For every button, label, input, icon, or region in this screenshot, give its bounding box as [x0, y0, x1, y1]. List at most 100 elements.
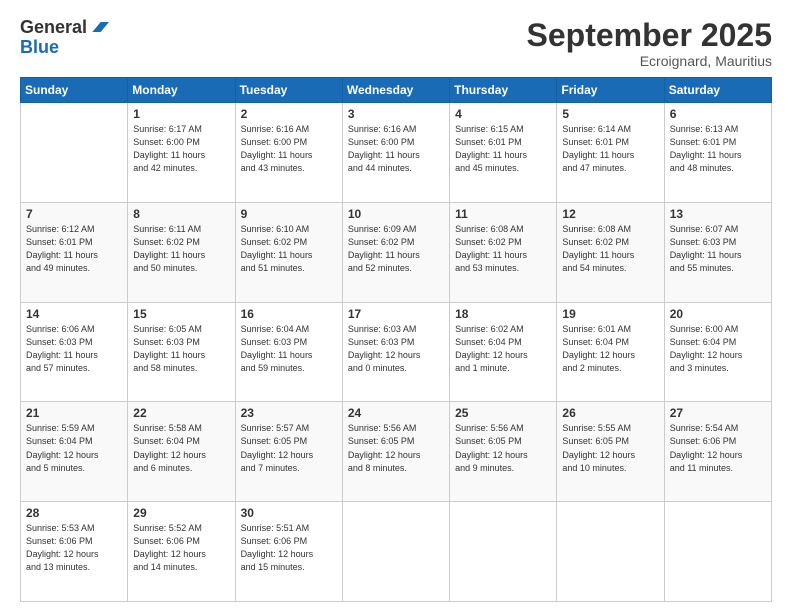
day-number: 27 [670, 406, 766, 420]
calendar-cell: 28 Sunrise: 5:53 AM Sunset: 6:06 PM Dayli… [21, 502, 128, 602]
col-saturday: Saturday [664, 78, 771, 103]
calendar-cell: 23Sunrise: 5:57 AM Sunset: 6:05 PM Dayli… [235, 402, 342, 502]
calendar-cell: 27 Sunrise: 5:54 AM Sunset: 6:06 PM Dayli… [664, 402, 771, 502]
calendar-cell: 16 Sunrise: 6:04 AM Sunset: 6:03 PM Dayli… [235, 302, 342, 402]
calendar-cell [557, 502, 664, 602]
calendar-week-4: 21 Sunrise: 5:59 AM Sunset: 6:04 PM Dayli… [21, 402, 772, 502]
day-info: Sunrise: 5:54 AM Sunset: 6:06 PM Dayligh… [670, 422, 766, 474]
logo-text: General Blue [20, 18, 109, 58]
day-number: 1 [133, 107, 229, 121]
day-number: 14 [26, 307, 122, 321]
calendar-cell: 3 Sunrise: 6:16 AM Sunset: 6:00 PM Daylig… [342, 103, 449, 203]
day-info: Sunrise: 5:51 AM Sunset: 6:06 PM Dayligh… [241, 522, 337, 574]
day-info: Sunrise: 6:08 AM Sunset: 6:02 PM Dayligh… [562, 223, 658, 275]
calendar-cell: 21 Sunrise: 5:59 AM Sunset: 6:04 PM Dayli… [21, 402, 128, 502]
day-info: Sunrise: 6:01 AM Sunset: 6:04 PM Dayligh… [562, 323, 658, 375]
calendar-cell: 17 Sunrise: 6:03 AM Sunset: 6:03 PM Dayli… [342, 302, 449, 402]
calendar-cell: 15 Sunrise: 6:05 AM Sunset: 6:03 PM Dayli… [128, 302, 235, 402]
day-info: Sunrise: 5:59 AM Sunset: 6:04 PM Dayligh… [26, 422, 122, 474]
day-number: 26 [562, 406, 658, 420]
calendar-cell: 8 Sunrise: 6:11 AM Sunset: 6:02 PM Daylig… [128, 202, 235, 302]
day-number: 6 [670, 107, 766, 121]
calendar-cell: 9Sunrise: 6:10 AM Sunset: 6:02 PM Daylig… [235, 202, 342, 302]
day-number: 15 [133, 307, 229, 321]
calendar-cell [21, 103, 128, 203]
calendar-cell: 25Sunrise: 5:56 AM Sunset: 6:05 PM Dayli… [450, 402, 557, 502]
day-info: Sunrise: 6:13 AM Sunset: 6:01 PM Dayligh… [670, 123, 766, 175]
calendar-cell: 14 Sunrise: 6:06 AM Sunset: 6:03 PM Dayli… [21, 302, 128, 402]
calendar-cell: 26 Sunrise: 5:55 AM Sunset: 6:05 PM Dayli… [557, 402, 664, 502]
logo: General Blue [20, 18, 109, 58]
day-info: Sunrise: 6:11 AM Sunset: 6:02 PM Dayligh… [133, 223, 229, 275]
calendar-cell: 11 Sunrise: 6:08 AM Sunset: 6:02 PM Dayli… [450, 202, 557, 302]
col-tuesday: Tuesday [235, 78, 342, 103]
day-number: 24 [348, 406, 444, 420]
calendar-cell: 2 Sunrise: 6:16 AM Sunset: 6:00 PM Daylig… [235, 103, 342, 203]
day-number: 11 [455, 207, 551, 221]
day-number: 10 [348, 207, 444, 221]
day-number: 8 [133, 207, 229, 221]
day-number: 28 [26, 506, 122, 520]
day-number: 20 [670, 307, 766, 321]
day-info: Sunrise: 6:09 AM Sunset: 6:02 PM Dayligh… [348, 223, 444, 275]
day-info: Sunrise: 5:53 AM Sunset: 6:06 PM Dayligh… [26, 522, 122, 574]
calendar-cell: 7Sunrise: 6:12 AM Sunset: 6:01 PM Daylig… [21, 202, 128, 302]
month-title: September 2025 [527, 18, 772, 53]
day-number: 21 [26, 406, 122, 420]
day-info: Sunrise: 5:58 AM Sunset: 6:04 PM Dayligh… [133, 422, 229, 474]
col-friday: Friday [557, 78, 664, 103]
day-number: 30 [241, 506, 337, 520]
day-number: 3 [348, 107, 444, 121]
header: General Blue September 2025 Ecroignard, … [20, 18, 772, 69]
calendar-cell: 4Sunrise: 6:15 AM Sunset: 6:01 PM Daylig… [450, 103, 557, 203]
day-number: 13 [670, 207, 766, 221]
day-info: Sunrise: 6:16 AM Sunset: 6:00 PM Dayligh… [348, 123, 444, 175]
day-info: Sunrise: 6:10 AM Sunset: 6:02 PM Dayligh… [241, 223, 337, 275]
calendar-cell: 10 Sunrise: 6:09 AM Sunset: 6:02 PM Dayli… [342, 202, 449, 302]
calendar-cell: 13 Sunrise: 6:07 AM Sunset: 6:03 PM Dayli… [664, 202, 771, 302]
calendar-cell: 19 Sunrise: 6:01 AM Sunset: 6:04 PM Dayli… [557, 302, 664, 402]
day-info: Sunrise: 5:57 AM Sunset: 6:05 PM Dayligh… [241, 422, 337, 474]
calendar-cell: 24 Sunrise: 5:56 AM Sunset: 6:05 PM Dayli… [342, 402, 449, 502]
day-info: Sunrise: 6:04 AM Sunset: 6:03 PM Dayligh… [241, 323, 337, 375]
day-info: Sunrise: 6:02 AM Sunset: 6:04 PM Dayligh… [455, 323, 551, 375]
day-info: Sunrise: 6:16 AM Sunset: 6:00 PM Dayligh… [241, 123, 337, 175]
col-thursday: Thursday [450, 78, 557, 103]
day-number: 5 [562, 107, 658, 121]
calendar-cell [342, 502, 449, 602]
day-info: Sunrise: 6:05 AM Sunset: 6:03 PM Dayligh… [133, 323, 229, 375]
day-number: 12 [562, 207, 658, 221]
day-info: Sunrise: 6:14 AM Sunset: 6:01 PM Dayligh… [562, 123, 658, 175]
day-number: 2 [241, 107, 337, 121]
day-info: Sunrise: 6:03 AM Sunset: 6:03 PM Dayligh… [348, 323, 444, 375]
day-number: 18 [455, 307, 551, 321]
calendar-cell: 6 Sunrise: 6:13 AM Sunset: 6:01 PM Daylig… [664, 103, 771, 203]
page: General Blue September 2025 Ecroignard, … [0, 0, 792, 612]
day-info: Sunrise: 6:08 AM Sunset: 6:02 PM Dayligh… [455, 223, 551, 275]
calendar-cell: 5 Sunrise: 6:14 AM Sunset: 6:01 PM Daylig… [557, 103, 664, 203]
day-number: 29 [133, 506, 229, 520]
day-number: 17 [348, 307, 444, 321]
logo-blue: Blue [20, 37, 59, 57]
day-info: Sunrise: 6:06 AM Sunset: 6:03 PM Dayligh… [26, 323, 122, 375]
day-info: Sunrise: 6:00 AM Sunset: 6:04 PM Dayligh… [670, 323, 766, 375]
calendar-cell: 1Sunrise: 6:17 AM Sunset: 6:00 PM Daylig… [128, 103, 235, 203]
col-sunday: Sunday [21, 78, 128, 103]
day-info: Sunrise: 5:52 AM Sunset: 6:06 PM Dayligh… [133, 522, 229, 574]
calendar-week-1: 1Sunrise: 6:17 AM Sunset: 6:00 PM Daylig… [21, 103, 772, 203]
calendar-cell: 22 Sunrise: 5:58 AM Sunset: 6:04 PM Dayli… [128, 402, 235, 502]
day-number: 22 [133, 406, 229, 420]
calendar-cell: 18 Sunrise: 6:02 AM Sunset: 6:04 PM Dayli… [450, 302, 557, 402]
day-number: 16 [241, 307, 337, 321]
day-number: 19 [562, 307, 658, 321]
day-info: Sunrise: 5:56 AM Sunset: 6:05 PM Dayligh… [348, 422, 444, 474]
location-subtitle: Ecroignard, Mauritius [527, 53, 772, 69]
day-number: 4 [455, 107, 551, 121]
day-info: Sunrise: 5:55 AM Sunset: 6:05 PM Dayligh… [562, 422, 658, 474]
logo-general: General [20, 18, 87, 38]
day-info: Sunrise: 5:56 AM Sunset: 6:05 PM Dayligh… [455, 422, 551, 474]
day-info: Sunrise: 6:12 AM Sunset: 6:01 PM Dayligh… [26, 223, 122, 275]
calendar-week-5: 28 Sunrise: 5:53 AM Sunset: 6:06 PM Dayli… [21, 502, 772, 602]
logo-icon [89, 17, 109, 37]
day-info: Sunrise: 6:07 AM Sunset: 6:03 PM Dayligh… [670, 223, 766, 275]
